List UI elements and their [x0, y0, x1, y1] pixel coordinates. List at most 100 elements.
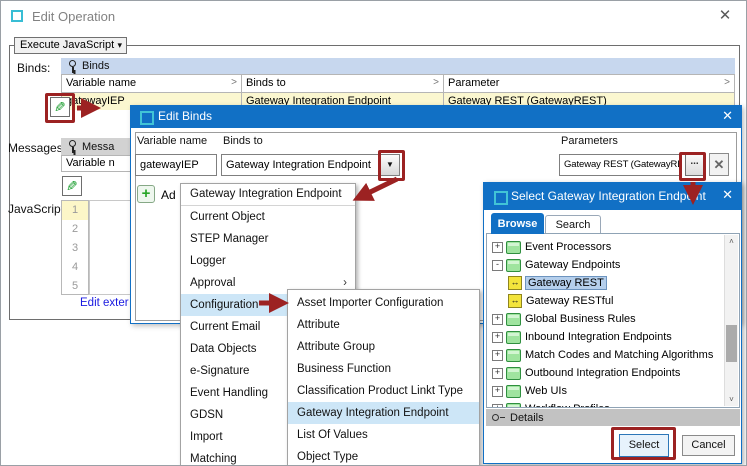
- configuration-submenu: Asset Importer Configuration Attribute A…: [287, 289, 480, 466]
- expand-icon[interactable]: +: [492, 350, 503, 361]
- folder-icon: [506, 349, 521, 362]
- javascript-label: JavaScript:: [8, 202, 67, 216]
- close-icon[interactable]: ✕: [709, 5, 741, 27]
- submenu-item-attribute-group[interactable]: Attribute Group: [288, 336, 479, 358]
- submenu-item-object-type[interactable]: Object Type: [288, 446, 479, 466]
- menu-item-gateway-integration-endpoint[interactable]: Gateway Integration Endpoint: [181, 184, 355, 205]
- variable-name-label: Variable name: [137, 135, 207, 147]
- folder-icon: [506, 367, 521, 380]
- col-binds-to[interactable]: Binds to>: [242, 75, 444, 92]
- tree-item-inbound-integration-endpoints[interactable]: + Inbound Integration Endpoints: [487, 328, 672, 346]
- folder-icon: [506, 385, 521, 398]
- operation-type-dropdown[interactable]: Execute JavaScript ▾: [14, 37, 127, 54]
- parameters-input[interactable]: Gateway REST (GatewayREST): [559, 154, 681, 176]
- binds-to-dropdown[interactable]: Gateway Integration Endpoint ▼: [221, 154, 400, 176]
- menu-item-step-manager[interactable]: STEP Manager: [181, 228, 355, 250]
- folder-icon: [506, 241, 521, 254]
- edit-bind-button[interactable]: ✎: [50, 97, 70, 117]
- tree-item-match-codes[interactable]: + Match Codes and Matching Algorithms: [487, 346, 713, 364]
- edit-operation-window: Edit Operation ✕ Execute JavaScript ▾ Bi…: [0, 0, 747, 466]
- messages-label: Messages:: [8, 141, 66, 155]
- browse-parameters-button[interactable]: ...: [685, 154, 704, 176]
- messages-col-variable: Variable n: [66, 157, 115, 169]
- edit-external-link[interactable]: Edit exter: [80, 297, 129, 309]
- add-icon[interactable]: +: [137, 185, 155, 203]
- submenu-item-business-function[interactable]: Business Function: [288, 358, 479, 380]
- collapse-icon[interactable]: -: [492, 260, 503, 271]
- app-icon: [11, 10, 23, 22]
- line-number: 5: [62, 277, 88, 296]
- details-label: Details: [510, 412, 544, 424]
- menu-item-logger[interactable]: Logger: [181, 250, 355, 272]
- endpoint-icon: ↔: [508, 294, 522, 308]
- expand-icon[interactable]: +: [492, 386, 503, 397]
- scrollbar-thumb[interactable]: [726, 325, 737, 362]
- folder-icon: [506, 259, 521, 272]
- pencil-icon: ✎: [54, 98, 66, 116]
- menu-item-current-object[interactable]: Current Object: [181, 206, 355, 228]
- binds-label: Binds:: [17, 61, 50, 75]
- expand-icon[interactable]: +: [492, 332, 503, 343]
- tree-item-gateway-restful[interactable]: ↔ Gateway RESTful: [487, 292, 613, 310]
- dropdown-arrow-icon: ▾: [117, 38, 122, 53]
- tree-scrollbar[interactable]: ˄ ˅: [724, 235, 738, 406]
- binds-caption-text: Binds: [82, 60, 110, 72]
- key-icon: [69, 60, 77, 73]
- scroll-up-icon[interactable]: ˄: [725, 235, 738, 248]
- details-key-icon: [492, 414, 505, 422]
- dialog-icon: [494, 191, 508, 205]
- scroll-down-icon[interactable]: ˅: [725, 393, 738, 406]
- edit-message-button[interactable]: ✎: [62, 176, 82, 196]
- key-icon: [69, 140, 77, 153]
- add-bind-label[interactable]: Ad: [161, 188, 176, 202]
- variable-name-input[interactable]: gatewayIEP: [135, 154, 217, 176]
- tab-search[interactable]: Search: [545, 215, 601, 234]
- edit-binds-titlebar[interactable]: Edit Binds ✕: [131, 106, 741, 128]
- parameters-label: Parameters: [561, 135, 618, 147]
- submenu-item-list-of-values[interactable]: List Of Values: [288, 424, 479, 446]
- line-number: 2: [62, 220, 88, 239]
- submenu-item-asset-importer-configuration[interactable]: Asset Importer Configuration: [288, 292, 479, 314]
- clear-parameter-button[interactable]: ✕: [709, 153, 729, 176]
- tab-browse[interactable]: Browse: [491, 213, 544, 234]
- col-parameter[interactable]: Parameter>: [444, 75, 734, 92]
- tree-item-event-processors[interactable]: + Event Processors: [487, 238, 611, 256]
- details-section-header[interactable]: Details: [486, 409, 740, 426]
- binds-to-label: Binds to: [223, 135, 263, 147]
- submenu-item-classification-product-link-type[interactable]: Classification Product Linkt Type: [288, 380, 479, 402]
- edit-binds-title: Edit Binds: [158, 109, 212, 123]
- col-variable-name[interactable]: Variable name>: [62, 75, 242, 92]
- tree-item-gateway-rest[interactable]: ↔ Gateway REST: [487, 274, 606, 292]
- tree-item-web-uis[interactable]: + Web UIs: [487, 382, 567, 400]
- expand-icon[interactable]: +: [492, 314, 503, 325]
- close-icon[interactable]: ✕: [722, 108, 733, 124]
- tree-item-workflow-profiles[interactable]: + Workflow Profiles: [487, 400, 610, 408]
- binds-to-value: Gateway Integration Endpoint: [226, 159, 371, 171]
- endpoint-tree: + Event Processors - Gateway Endpoints ↔…: [486, 233, 740, 408]
- pencil-icon: ✎: [66, 177, 78, 195]
- sort-icon: >: [724, 75, 730, 91]
- messages-caption-text: Messa: [82, 141, 114, 153]
- folder-icon: [506, 403, 521, 409]
- tree-item-gateway-endpoints[interactable]: - Gateway Endpoints: [487, 256, 620, 274]
- select-dialog-titlebar[interactable]: Select Gateway Integration Endpoint ✕: [484, 183, 741, 210]
- select-dialog-title: Select Gateway Integration Endpoint: [511, 189, 706, 203]
- expand-icon[interactable]: +: [492, 404, 503, 409]
- sort-icon: >: [231, 75, 237, 91]
- binds-table: Variable name> Binds to> Parameter> gate…: [61, 74, 735, 108]
- tree-item-outbound-integration-endpoints[interactable]: + Outbound Integration Endpoints: [487, 364, 680, 382]
- folder-icon: [506, 331, 521, 344]
- chevron-down-icon[interactable]: ▼: [380, 155, 399, 175]
- tree-item-global-business-rules[interactable]: + Global Business Rules: [487, 310, 636, 328]
- submenu-item-gateway-integration-endpoint[interactable]: Gateway Integration Endpoint: [288, 402, 479, 424]
- select-button[interactable]: Select: [619, 434, 669, 457]
- line-number: 4: [62, 258, 88, 277]
- folder-icon: [506, 313, 521, 326]
- cancel-button[interactable]: Cancel: [682, 435, 735, 456]
- window-title: Edit Operation: [32, 9, 115, 24]
- expand-icon[interactable]: +: [492, 242, 503, 253]
- expand-icon[interactable]: +: [492, 368, 503, 379]
- close-icon[interactable]: ✕: [722, 187, 733, 203]
- operation-type-value: Execute JavaScript: [20, 39, 114, 51]
- submenu-item-attribute[interactable]: Attribute: [288, 314, 479, 336]
